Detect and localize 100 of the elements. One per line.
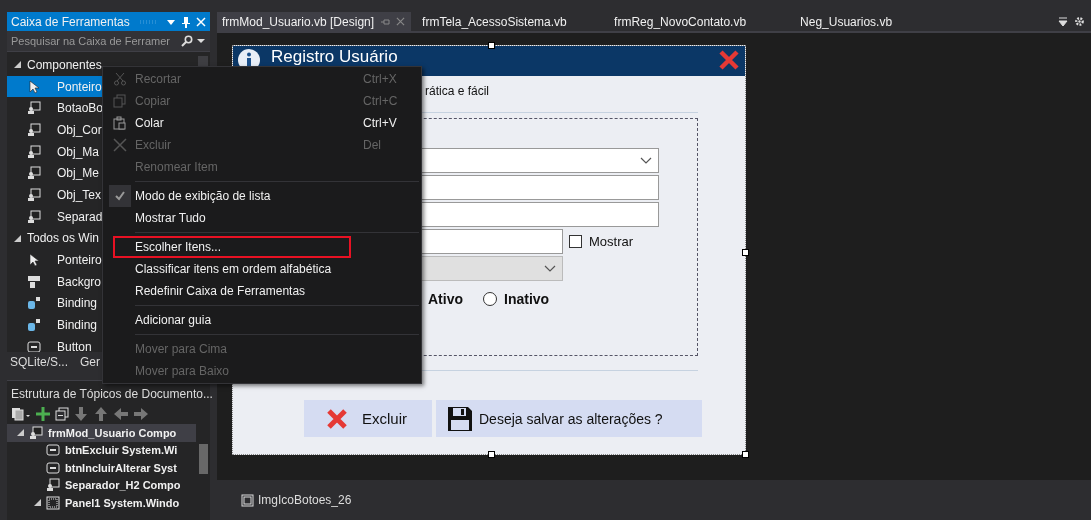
save-icon xyxy=(446,404,474,433)
resize-handle[interactable] xyxy=(488,42,495,49)
document-tab[interactable]: frmReg_NovoContato.vb xyxy=(609,12,790,31)
item-label: btnIncluirAlterar Syst xyxy=(65,461,177,474)
menu-item[interactable]: Colar Ctrl+V xyxy=(105,112,419,134)
component-icon xyxy=(28,425,44,440)
component-icon xyxy=(27,101,41,116)
menu-item[interactable]: Redefinir Caixa de Ferramentas xyxy=(105,280,419,302)
search-field[interactable]: Pesquisar na Caixa de Ferramer xyxy=(7,31,210,52)
collapse-icon[interactable] xyxy=(55,407,69,421)
menu-item[interactable]: Mostrar Tudo xyxy=(105,207,419,229)
tab-label: frmReg_NovoContato.vb xyxy=(614,14,747,29)
item-label: Binding xyxy=(57,296,98,311)
item-label: Ponteiro xyxy=(57,253,102,268)
panel-tab[interactable]: Ger xyxy=(80,355,101,369)
item-label: Ponteiro xyxy=(57,79,102,94)
item-label: Backgro xyxy=(57,274,102,289)
menu-item[interactable]: Classificar itens em ordem alfabética xyxy=(105,258,419,280)
item-label: btnExcluir System.Wi xyxy=(65,444,178,457)
close-icon[interactable] xyxy=(717,48,741,72)
delete-button[interactable]: Excluir xyxy=(304,400,432,437)
tree-item[interactable]: btnExcluir System.Wi xyxy=(7,441,196,459)
pin-icon[interactable] xyxy=(181,15,191,28)
arrow-down-icon[interactable] xyxy=(73,406,89,422)
tree-item[interactable]: Panel1 System.Windo xyxy=(7,494,196,512)
tree-item[interactable]: btnIncluirAlterar Syst xyxy=(7,459,196,477)
component-icon xyxy=(45,478,61,493)
arrow-up-icon[interactable] xyxy=(93,406,109,422)
chevron-down-icon xyxy=(640,156,652,165)
expander-icon[interactable] xyxy=(14,234,21,242)
item-label: Obj_Tex xyxy=(57,187,102,202)
dropdown-icon[interactable] xyxy=(1058,16,1068,27)
item-label: frmMod_Usuario Compo xyxy=(48,426,177,439)
item-label: Panel1 System.Windo xyxy=(65,496,180,509)
tab-label: frmMod_Usuario.vb [Design] xyxy=(222,14,375,29)
image-list-icon xyxy=(241,493,254,507)
tree-item[interactable]: frmMod_Usuario Compo xyxy=(7,424,196,442)
tray-component[interactable]: ImgIcoBotoes_26 xyxy=(241,493,352,507)
item-label: Separad xyxy=(57,209,103,224)
close-icon[interactable] xyxy=(396,17,406,26)
chevron-down-icon xyxy=(544,264,556,273)
component-icon xyxy=(27,144,41,159)
component-icon xyxy=(27,122,41,137)
settings-icon[interactable] xyxy=(1074,16,1085,27)
resize-handle[interactable] xyxy=(742,249,749,256)
copy-icon xyxy=(113,94,127,108)
resize-handle[interactable] xyxy=(742,451,749,458)
database-icon xyxy=(27,296,41,311)
button-icon xyxy=(45,460,61,475)
pointer-icon xyxy=(27,79,41,94)
radio-button[interactable]: Inativo xyxy=(483,291,550,307)
button-icon xyxy=(45,443,61,458)
copy-icon[interactable] xyxy=(11,407,31,421)
item-label: Obj_Me xyxy=(57,166,100,181)
database-icon xyxy=(27,318,41,333)
form-title: Registro Usuário xyxy=(271,48,398,66)
save-button[interactable]: Deseja salvar as alterações ? xyxy=(436,400,702,437)
tab-label: Neg_Usuarios.vb xyxy=(800,14,893,29)
component-icon xyxy=(27,187,41,202)
shortcut-label: Del xyxy=(363,138,382,152)
panel-tab[interactable]: SQLite/S... xyxy=(10,355,69,369)
tree-item[interactable]: Separador_H2 Compo xyxy=(7,476,196,494)
option-label: Ativo xyxy=(428,291,463,307)
delete-icon xyxy=(326,407,348,430)
menu-item[interactable]: Adicionar guia xyxy=(105,309,419,331)
checkbox[interactable]: Mostrar xyxy=(569,234,634,249)
item-label: Binding xyxy=(57,318,98,333)
document-tab[interactable]: frmMod_Usuario.vb [Design] xyxy=(217,12,412,31)
document-tab[interactable]: Neg_Usuarios.vb xyxy=(795,12,898,31)
scissors-icon xyxy=(113,72,127,86)
item-label: Button xyxy=(57,339,92,352)
scrollbar[interactable] xyxy=(199,444,208,474)
item-label: Separador_H2 Compo xyxy=(65,479,181,492)
group-label: Componentes xyxy=(27,57,102,72)
group-label: Todos os Win xyxy=(27,231,100,246)
menu-item[interactable]: Escolher Itens... xyxy=(113,236,351,258)
search-icon[interactable] xyxy=(181,35,193,47)
dropdown-icon[interactable] xyxy=(197,37,205,45)
panel-title: Estrutura de Tópicos de Documento... xyxy=(10,386,210,403)
tab-label: frmTela_AcessoSistema.vb xyxy=(422,14,567,29)
delete-icon xyxy=(113,138,127,152)
button-icon xyxy=(27,339,41,352)
pointer-icon xyxy=(27,253,41,268)
component-icon xyxy=(27,166,41,181)
shortcut-label: Ctrl+V xyxy=(363,116,398,130)
menu-item[interactable]: Modo de exibição de lista xyxy=(105,185,419,207)
shortcut-label: Ctrl+X xyxy=(363,72,398,86)
document-tab[interactable]: frmTela_AcessoSistema.vb xyxy=(417,12,604,31)
arrow-right-icon[interactable] xyxy=(133,406,149,422)
expander-icon[interactable] xyxy=(17,429,24,437)
item-label: Obj_Cor xyxy=(57,122,102,137)
grid-icon xyxy=(45,495,61,510)
arrow-left-icon[interactable] xyxy=(113,406,129,422)
component-icon xyxy=(27,209,41,224)
add-icon[interactable] xyxy=(35,406,51,422)
expander-icon[interactable] xyxy=(14,61,21,69)
shortcut-label: Ctrl+C xyxy=(363,94,399,108)
expander-icon[interactable] xyxy=(34,499,41,507)
item-label: BotaoBo xyxy=(57,101,104,116)
resize-handle[interactable] xyxy=(488,451,495,458)
